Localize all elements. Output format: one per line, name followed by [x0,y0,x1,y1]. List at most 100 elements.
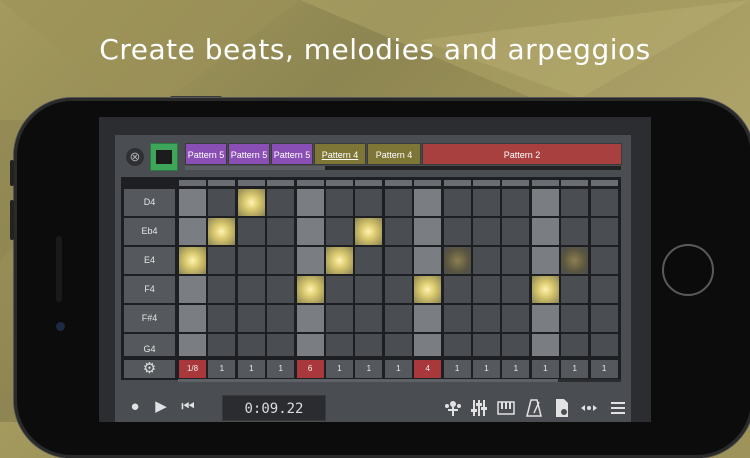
grid-cell[interactable] [590,189,618,216]
grid-cell[interactable] [237,276,265,303]
grid-cell[interactable] [531,276,559,303]
pattern-tab[interactable]: Pattern 5 [185,143,227,165]
grid-cell[interactable] [531,305,559,332]
grid-cell[interactable] [326,247,353,274]
note-label[interactable]: E4 [124,247,175,274]
step-value[interactable]: 1 [531,360,559,378]
note-label[interactable]: D4 [124,189,175,216]
grid-cell[interactable] [355,305,383,332]
grid-cell[interactable] [384,305,412,332]
grid-cell[interactable] [208,218,236,245]
grid-cell[interactable] [384,334,412,356]
grid-cell[interactable] [443,189,471,216]
step-value[interactable]: 1 [355,360,383,378]
grid-cell[interactable] [267,218,295,245]
grid-cell[interactable] [414,334,442,356]
grid-cell[interactable] [502,189,530,216]
grid-cell[interactable] [443,247,471,274]
grid-cell[interactable] [208,189,236,216]
grid-cell[interactable] [296,247,324,274]
grid-cell[interactable] [561,247,589,274]
rewind-icon[interactable]: ⏮ [177,396,199,418]
grid-cell[interactable] [384,218,412,245]
note-label[interactable]: Eb4 [124,218,175,245]
grid-cell[interactable] [473,305,500,332]
grid-cell[interactable] [473,276,500,303]
grid-cell[interactable] [473,247,500,274]
grid-cell[interactable] [531,218,559,245]
grid-cell[interactable] [237,305,265,332]
grid-cell[interactable] [355,218,383,245]
step-value[interactable]: 1 [443,360,471,378]
grid-cell[interactable] [502,305,530,332]
step-value[interactable]: 1 [502,360,530,378]
grid-cell[interactable] [179,334,206,356]
grid-cell[interactable] [590,305,618,332]
keyboard-icon[interactable] [496,397,516,419]
grid-cell[interactable] [296,305,324,332]
grid-cell[interactable] [561,334,589,356]
grid-cell[interactable] [267,247,295,274]
grid-cell[interactable] [237,218,265,245]
instrument-icon[interactable] [443,397,463,419]
gear-icon[interactable]: ⚙ [124,360,175,378]
pattern-tab[interactable]: Pattern 2 [422,143,622,165]
step-value[interactable]: 1 [473,360,500,378]
step-value[interactable]: 1 [384,360,412,378]
grid-cell[interactable] [326,218,353,245]
grid-cell[interactable] [414,305,442,332]
record-icon[interactable]: ● [124,396,146,418]
grid-cell[interactable] [531,334,559,356]
step-value[interactable]: 1 [208,360,236,378]
grid-cell[interactable] [414,218,442,245]
grid-scrollbar[interactable] [178,379,621,382]
grid-cell[interactable] [443,218,471,245]
home-button[interactable] [662,244,714,296]
menu-icon[interactable] [608,397,628,419]
grid-cell[interactable] [179,276,206,303]
pattern-tab[interactable]: Pattern 5 [271,143,313,165]
step-value[interactable]: 1/8 [179,360,206,378]
grid-cell[interactable] [208,276,236,303]
step-value[interactable]: 4 [414,360,442,378]
grid-cell[interactable] [355,276,383,303]
close-icon[interactable]: ⊗ [126,148,144,166]
grid-cell[interactable] [473,218,500,245]
grid-cell[interactable] [561,218,589,245]
grid-cell[interactable] [414,276,442,303]
pattern-toggle-button[interactable] [150,143,178,171]
grid-cell[interactable] [561,276,589,303]
grid-cell[interactable] [179,247,206,274]
grid-cell[interactable] [296,276,324,303]
grid-cell[interactable] [296,189,324,216]
grid-cell[interactable] [179,189,206,216]
grid-cell[interactable] [590,334,618,356]
grid-cell[interactable] [237,334,265,356]
grid-cell[interactable] [267,334,295,356]
grid-cell[interactable] [296,218,324,245]
grid-cell[interactable] [384,276,412,303]
step-value[interactable]: 1 [326,360,353,378]
grid-cell[interactable] [473,334,500,356]
pattern-tab[interactable]: Pattern 4 [314,143,366,165]
grid-cell[interactable] [414,247,442,274]
step-value[interactable]: 1 [590,360,618,378]
step-value[interactable]: 1 [237,360,265,378]
grid-cell[interactable] [208,334,236,356]
arrows-icon[interactable] [579,397,599,419]
grid-cell[interactable] [473,189,500,216]
grid-cell[interactable] [443,305,471,332]
grid-cell[interactable] [267,276,295,303]
grid-cell[interactable] [590,218,618,245]
metronome-icon[interactable] [524,397,544,419]
grid-cell[interactable] [443,334,471,356]
grid-cell[interactable] [296,334,324,356]
grid-cell[interactable] [355,247,383,274]
grid-cell[interactable] [208,247,236,274]
grid-cell[interactable] [326,305,353,332]
mixer-icon[interactable] [469,397,489,419]
pattern-tab[interactable]: Pattern 4 [367,143,421,165]
grid-cell[interactable] [502,276,530,303]
grid-cell[interactable] [531,189,559,216]
grid-cell[interactable] [384,247,412,274]
